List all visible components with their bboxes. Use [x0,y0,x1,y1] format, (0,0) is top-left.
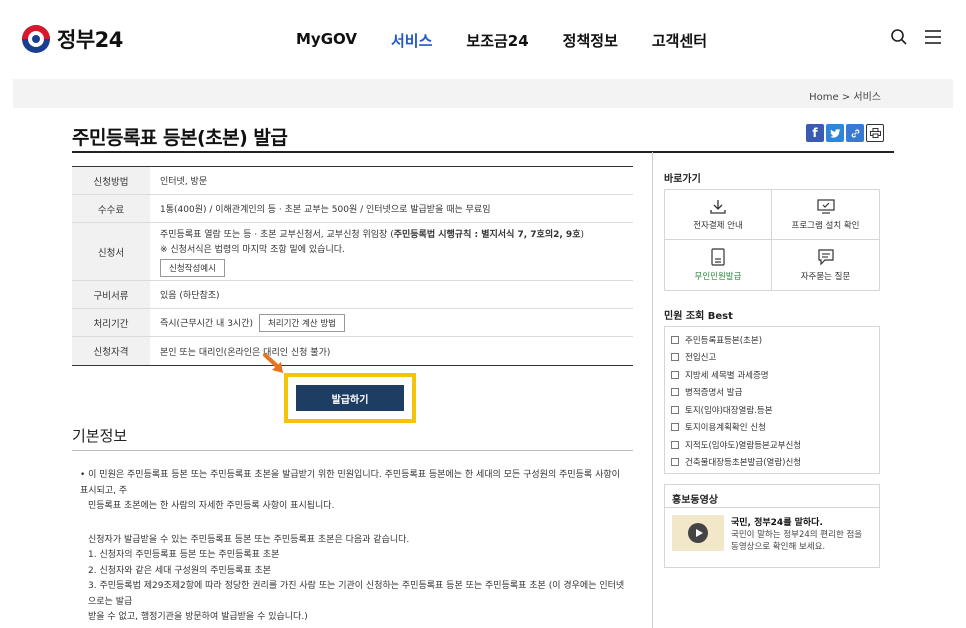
list-item[interactable]: 병적증명서 발급 [671,384,873,402]
promo-video-title[interactable]: 국민, 정부24를 말하다. [731,515,823,528]
row-value: 1통(400원) / 이해관계인의 등 · 초본 교부는 500원 / 인터넷으… [160,205,491,215]
checkbox-icon [671,388,679,397]
row-value: 있음 (하단참조) [160,291,220,301]
column-divider [652,152,653,628]
best-title: 민원 조회 Best [664,311,733,322]
row-label: 처리기간 [72,309,150,336]
basic-info-body: • 이 민원은 주민등록표 등본 또는 주민등록표 초본을 발급받기 위한 민원… [80,468,630,626]
table-row: 신청방법 인터넷, 방문 [72,167,633,195]
gov24-logo[interactable]: 정부24 [22,24,123,54]
issue-button-highlight: 발급하기 [284,373,416,423]
form-line-1: 주민등록표 열람 또는 등 · 초본 교부신청서, 교부신청 위임장 (주민등록… [160,229,584,240]
checkbox-icon [671,458,679,467]
period-calc-button[interactable]: 처리기간 계산 방법 [259,313,345,332]
main-nav: MyGOV 서비스 보조금24 정책정보 고객센터 [296,30,741,51]
print-icon[interactable] [866,124,884,142]
checkbox-icon [671,405,679,414]
best-list: 주민등록표등본(초본) 전입신고 지방세 세목별 과세증명 병적증명서 발급 토… [664,326,880,474]
nav-mygov[interactable]: MyGOV [296,30,357,51]
form-example-button[interactable]: 신청작성예시 [160,258,225,277]
row-value: 즉시(근무시간 내 3시간) 처리기간 계산 방법 [150,309,633,336]
basic-line: • 이 민원은 주민등록표 등본 또는 주민등록표 초본을 발급받기 위한 민원… [80,470,620,496]
search-icon[interactable] [890,28,908,46]
row-label: 신청자격 [72,337,150,365]
list-item[interactable]: 주민등록표등본(초본) [671,331,873,349]
nav-policy-info[interactable]: 정책정보 [563,30,618,51]
quick-link-faq[interactable]: 자주묻는 질문 [772,240,879,290]
basic-line: 2. 신청자와 같은 세대 구성원의 주민등록표 초본 [88,565,272,576]
list-item[interactable]: 지적도(임야도)열람등본교부신청 [671,436,873,454]
basic-line: 받을 수 없고, 행정기관을 방문하여 발급받을 수 있습니다.) [88,612,308,622]
hamburger-menu-icon[interactable] [924,29,942,45]
twitter-share-icon[interactable] [826,124,844,142]
breadcrumb[interactable]: Home > 서비스 [809,88,881,103]
checkbox-icon [671,423,679,432]
table-row: 신청자격 본인 또는 대리인(온라인은 대리인 신청 불가) [72,337,633,365]
list-item[interactable]: 전입신고 [671,349,873,367]
promo-divider [665,507,879,508]
form-line-2: ※ 신청서식은 법령의 마지막 조항 밑에 있습니다. [160,244,345,255]
list-item[interactable]: 건축물대장등초본발급(열람)신청 [671,454,873,472]
service-info-table: 신청방법 인터넷, 방문 수수료 1통(400원) / 이해관계인의 등 · 초… [72,166,633,366]
basic-line: 1. 신청자의 주민등록표 등본 또는 주민등록표 초본 [88,550,280,560]
quick-links-title: 바로가기 [664,174,701,185]
breadcrumb-bar: Home > 서비스 [13,79,953,108]
promo-video-box: 홍보동영상 국민, 정부24를 말하다. 국민이 말하는 정부24의 편리한 점… [664,484,880,568]
nav-customer-center[interactable]: 고객센터 [652,30,707,51]
row-label: 신청서 [72,223,150,280]
download-icon [710,199,726,214]
row-value: 인터넷, 방문 [160,177,208,187]
checkbox-icon [671,440,679,449]
quick-link-kiosk[interactable]: 무인민원발급 [665,240,772,290]
row-label: 신청방법 [72,167,150,194]
quick-link-epayment[interactable]: 전자결제 안내 [665,190,772,240]
video-thumbnail[interactable] [672,515,724,551]
quick-link-program-check[interactable]: 프로그램 설치 확인 [772,190,879,240]
row-label: 수수료 [72,195,150,222]
share-buttons: f [806,124,886,142]
basic-info-title: 기본정보 [72,427,128,445]
issue-button[interactable]: 발급하기 [296,385,404,411]
monitor-check-icon [816,198,835,214]
link-copy-icon[interactable] [846,124,864,142]
table-row: 구비서류 있음 (하단참조) [72,281,633,309]
nav-subsidy24[interactable]: 보조금24 [466,30,528,51]
basic-line: 민등록표 초본에는 한 사람의 자세한 주민등록 사항이 표시됩니다. [88,501,335,511]
page-title: 주민등록표 등본(초본) 발급 [72,127,288,149]
facebook-share-icon[interactable]: f [806,124,824,142]
row-label: 구비서류 [72,281,150,308]
table-row: 수수료 1통(400원) / 이해관계인의 등 · 초본 교부는 500원 / … [72,195,633,223]
list-item[interactable]: 토지(임야)대장열람.등본 [671,401,873,419]
logo-text: 정부24 [57,28,123,52]
checkbox-icon [671,370,679,379]
table-row: 신청서 주민등록표 열람 또는 등 · 초본 교부신청서, 교부신청 위임장 (… [72,223,633,281]
promo-title: 홍보동영상 [672,495,718,506]
list-item[interactable]: 지방세 세목별 과세증명 [671,366,873,384]
chat-bubble-icon [817,249,834,266]
basic-line [80,515,630,533]
promo-description: 국민이 말하는 정부24의 편리한 점을 동영상으로 확인해 보세요. [731,530,863,552]
play-icon [688,523,708,543]
table-row: 처리기간 즉시(근무시간 내 3시간) 처리기간 계산 방법 [72,309,633,337]
row-value: 본인 또는 대리인(온라인은 대리인 신청 불가) [160,347,331,358]
title-divider [72,151,894,153]
row-value: 주민등록표 열람 또는 등 · 초본 교부신청서, 교부신청 위임장 (주민등록… [150,223,633,280]
nav-service[interactable]: 서비스 [391,30,432,51]
quick-links: 전자결제 안내 프로그램 설치 확인 무인민원발급 자주묻는 질문 [664,189,880,291]
basic-line: 3. 주민등록법 제29조제2항에 따라 정당한 권리를 가진 사람 또는 기관… [88,581,625,607]
checkbox-icon [671,353,679,362]
site-header: 정부24 MyGOV 서비스 보조금24 정책정보 고객센터 [0,0,966,78]
list-item[interactable]: 토지이용계획확인 신청 [671,419,873,437]
basic-line: 신청자가 발급받을 수 있는 주민등록표 등본 또는 주민등록표 초본은 다음과… [88,534,410,545]
taegeuk-icon [22,25,50,53]
kiosk-icon [711,248,725,266]
checkbox-icon [671,335,679,344]
basic-info-divider [72,450,633,451]
